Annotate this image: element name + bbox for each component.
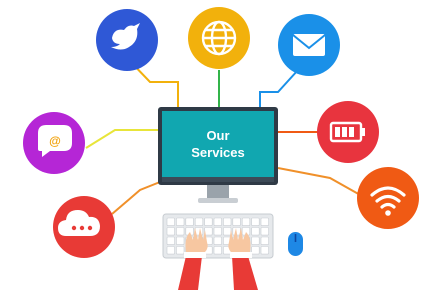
keyboard-key (166, 217, 175, 226)
bird-icon (96, 9, 158, 71)
battery-icon (317, 101, 379, 163)
connector-chat (85, 129, 160, 149)
keyboard-key (213, 227, 222, 236)
keyboard-key (176, 246, 185, 255)
keyboard-key (241, 217, 251, 226)
mail-icon (278, 14, 340, 76)
at-chat-icon: @ (23, 112, 85, 174)
keyboard-key (213, 236, 222, 245)
keyboard-key (251, 227, 260, 236)
keyboard-key (251, 236, 260, 245)
keyboard-key (204, 227, 213, 236)
keyboard-key (260, 227, 269, 236)
keyboard-key (166, 246, 175, 255)
keyboard-key (251, 246, 260, 255)
keyboard-key (260, 236, 269, 245)
keyboard-key (176, 217, 185, 226)
keyboard-key (194, 217, 204, 226)
keyboard-key (260, 246, 269, 255)
keyboard-key (166, 236, 175, 245)
keyboard-key (204, 217, 213, 226)
keyboard-key (185, 217, 194, 226)
keyboard-key (260, 217, 269, 226)
connector-wifi (277, 167, 363, 197)
keyboard-key (232, 217, 241, 226)
keyboard-key (223, 227, 232, 236)
keyboard-key (176, 236, 185, 245)
monitor: Our Services (158, 107, 278, 203)
keyboard-key (176, 227, 185, 236)
svg-text:@: @ (49, 134, 61, 148)
globe-icon (188, 7, 250, 69)
screen-title-line1: Our (206, 128, 229, 143)
screen-title-line2: Services (191, 145, 245, 160)
keyboard-key (223, 217, 232, 226)
wifi-icon (357, 167, 419, 229)
keyboard-key (166, 227, 175, 236)
cloud-icon (53, 196, 115, 258)
keyboard-key (251, 217, 260, 226)
connector-mail (259, 69, 299, 110)
keyboard-key (213, 246, 222, 255)
mouse (288, 232, 303, 256)
services-illustration: @ Our Services (23, 7, 419, 290)
keyboard (162, 213, 274, 259)
keyboard-key (213, 217, 222, 226)
